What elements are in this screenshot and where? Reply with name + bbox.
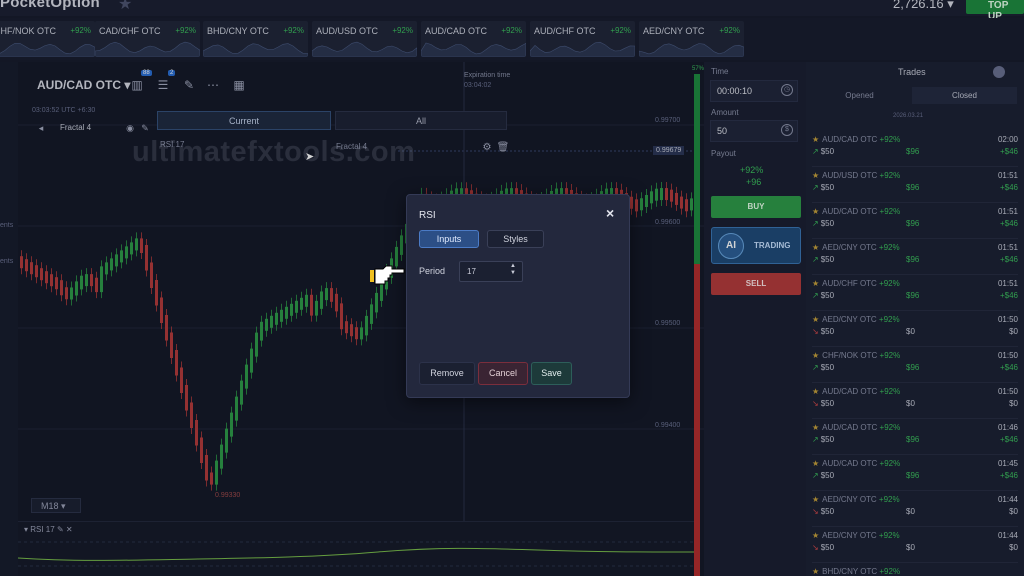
close-icon[interactable]: ×: [606, 206, 618, 220]
modal-title: RSI: [419, 210, 436, 221]
cancel-button[interactable]: Cancel: [478, 362, 528, 385]
app-root: PocketOption ★ 2,726.16 ▾ TOP UP CHF/NOK…: [0, 0, 1024, 576]
tab-styles[interactable]: Styles: [487, 230, 544, 248]
rsi-settings-modal: RSI × Inputs Styles Period 17 ▲ ▼ Remove …: [406, 194, 630, 398]
remove-button[interactable]: Remove: [419, 362, 475, 385]
pointing-hand-icon: [370, 265, 405, 285]
tab-inputs[interactable]: Inputs: [419, 230, 479, 248]
period-label: Period: [419, 266, 446, 276]
save-button[interactable]: Save: [531, 362, 572, 385]
period-stepper-icon[interactable]: ▲ ▼: [508, 263, 518, 279]
